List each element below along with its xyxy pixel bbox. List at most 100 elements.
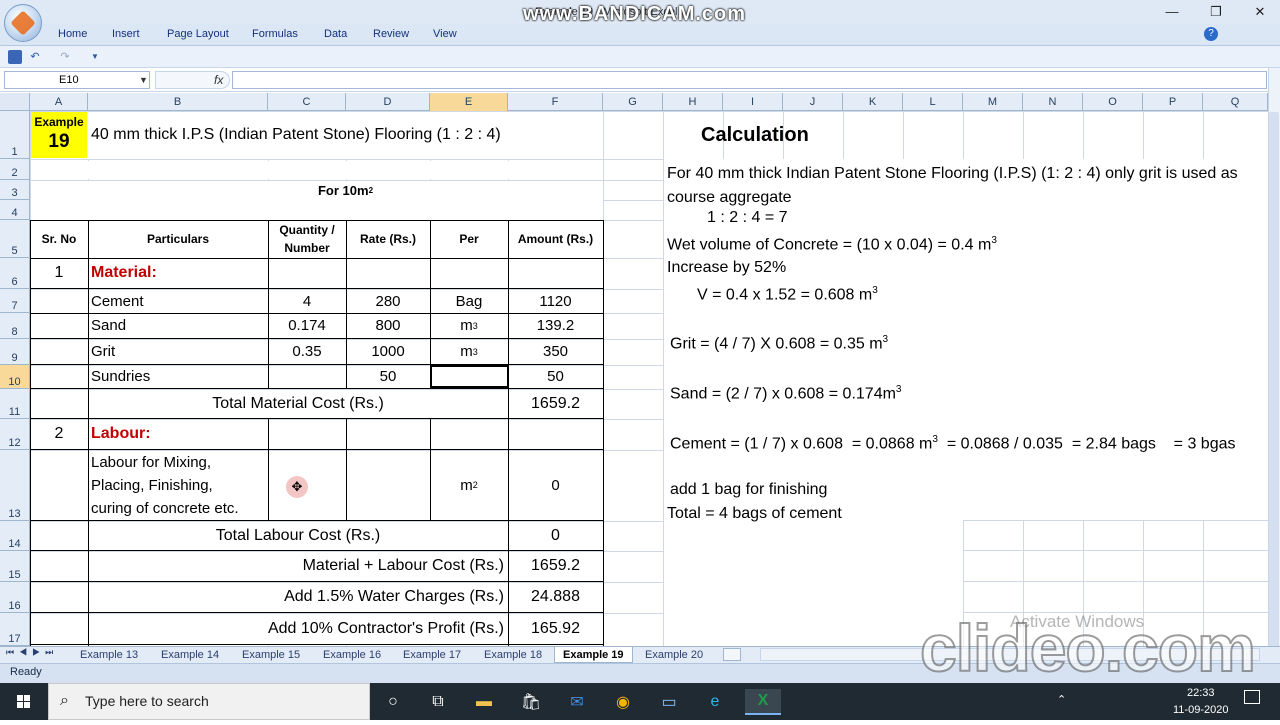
calc-sand: Sand = (2 / 7) x 0.608 = 0.174m3 — [670, 384, 902, 403]
store-icon[interactable]: 🛍 — [518, 689, 544, 715]
cortana-icon[interactable]: ○ — [380, 689, 406, 715]
row-header-12[interactable]: 12 — [0, 419, 30, 450]
column-header-h[interactable]: H — [663, 93, 723, 111]
column-header-f[interactable]: F — [508, 93, 603, 111]
row-header-15[interactable]: 15 — [0, 551, 30, 582]
total-labour-label: Total Labour Cost (Rs.) — [215, 526, 381, 544]
material-labour-label: Material + Labour Cost (Rs.) — [302, 557, 504, 574]
customize-qat-icon[interactable]: ▼ — [88, 50, 102, 64]
tab-view[interactable]: View — [433, 28, 457, 40]
sheet-tab-example-19[interactable]: Example 19 — [554, 647, 633, 663]
row-header-8[interactable]: 8 — [0, 313, 30, 339]
help-icon[interactable]: ? — [1204, 27, 1218, 41]
sheet-tab-example-15[interactable]: Example 15 — [234, 647, 308, 663]
tab-review[interactable]: Review — [373, 28, 409, 40]
row-header-17[interactable]: 17 — [0, 613, 30, 646]
column-header-i[interactable]: I — [723, 93, 783, 111]
sheet-tab-example-13[interactable]: Example 13 — [72, 647, 146, 663]
grid-line-vertical — [1023, 111, 1024, 159]
row-header-9[interactable]: 9 — [0, 339, 30, 365]
column-header-o[interactable]: O — [1083, 93, 1143, 111]
column-header-e[interactable]: E — [430, 93, 508, 111]
column-header-q[interactable]: Q — [1203, 93, 1268, 111]
mail-icon[interactable]: ✉ — [564, 689, 590, 715]
sundries-label: Sundries — [91, 368, 151, 385]
tray-chevron-icon[interactable]: ⌃ — [1057, 693, 1066, 706]
row-header-11[interactable]: 11 — [0, 389, 30, 419]
undo-icon[interactable]: ↶ — [28, 50, 42, 64]
tab-page-layout[interactable]: Page Layout — [167, 28, 229, 40]
grit-label: Grit — [91, 343, 116, 360]
column-header-n[interactable]: N — [1023, 93, 1083, 111]
water-charges-amount: 24.888 — [531, 588, 580, 605]
labour-description: Labour for Mixing, Placing, Finishing, c… — [91, 451, 266, 520]
hdr-sr-no: Sr. No — [41, 231, 77, 246]
office-button[interactable] — [4, 4, 42, 42]
file-explorer-icon[interactable]: ▬ — [471, 689, 497, 715]
tab-formulas[interactable]: Formulas — [252, 28, 298, 40]
formula-input[interactable] — [232, 71, 1267, 89]
close-button[interactable]: ✕ — [1246, 2, 1274, 22]
cement-qty: 4 — [302, 292, 312, 310]
row-header-4[interactable]: 4 — [0, 200, 30, 220]
redo-icon[interactable]: ↷ — [58, 50, 72, 64]
tab-data[interactable]: Data — [324, 28, 347, 40]
column-header-c[interactable]: C — [268, 93, 346, 111]
row-header-14[interactable]: 14 — [0, 521, 30, 551]
column-header-p[interactable]: P — [1143, 93, 1203, 111]
tab-home[interactable]: Home — [58, 28, 87, 40]
excel-taskbar-icon[interactable]: X — [745, 689, 781, 715]
clock-date[interactable]: 11-09-2020 — [1173, 704, 1228, 716]
column-header-d[interactable]: D — [346, 93, 430, 111]
edge-icon[interactable]: e — [702, 689, 728, 715]
calc-add-bag: add 1 bag for finishing — [670, 481, 828, 498]
minimize-button[interactable]: — — [1158, 2, 1186, 22]
clock-time[interactable]: 22:33 — [1187, 687, 1215, 699]
maximize-button[interactable]: ❐ — [1202, 2, 1230, 22]
save-icon[interactable] — [8, 50, 22, 64]
column-header-k[interactable]: K — [843, 93, 903, 111]
row-header-16[interactable]: 16 — [0, 582, 30, 613]
name-box[interactable]: E10 — [4, 71, 150, 89]
row-header-7[interactable]: 7 — [0, 289, 30, 313]
sheet-tab-example-17[interactable]: Example 17 — [395, 647, 469, 663]
row-header-2[interactable]: 2 — [0, 159, 30, 180]
labour-line-3: curing of concrete etc. — [91, 500, 239, 517]
grid-line-vertical — [1203, 111, 1204, 159]
notification-icon[interactable] — [1244, 690, 1260, 704]
chrome-icon[interactable]: ◉ — [610, 689, 636, 715]
grit-rate: 1000 — [371, 343, 405, 360]
table-border — [30, 644, 603, 645]
row-header-3[interactable]: 3 — [0, 180, 30, 200]
column-header-m[interactable]: M — [963, 93, 1023, 111]
calc-intro-line-1: For 40 mm thick Indian Patent Stone Floo… — [667, 165, 1238, 182]
monitor-app-icon[interactable]: ▭ — [656, 689, 682, 715]
start-button[interactable] — [0, 683, 48, 720]
grid-line-horizontal — [963, 581, 1268, 582]
sheet-tab-example-16[interactable]: Example 16 — [315, 647, 389, 663]
insert-function-icon[interactable]: fx — [214, 71, 223, 89]
select-all-button[interactable] — [0, 93, 30, 111]
column-header-a[interactable]: A — [30, 93, 88, 111]
task-view-icon[interactable]: ⧉ — [425, 689, 451, 715]
scrollbar-thumb[interactable] — [1269, 112, 1279, 652]
name-box-dropdown-icon[interactable]: ▼ — [139, 71, 148, 89]
tab-insert[interactable]: Insert — [112, 28, 140, 40]
sheet-tab-example-14[interactable]: Example 14 — [153, 647, 227, 663]
active-cell-e10[interactable] — [430, 365, 509, 388]
column-header-g[interactable]: G — [603, 93, 663, 111]
row-header-10[interactable]: 10 — [0, 365, 30, 389]
sr-1: 1 — [54, 264, 64, 281]
row-header-6[interactable]: 6 — [0, 258, 30, 289]
grid-line-horizontal — [963, 550, 1268, 551]
row-header-1[interactable]: 1 — [0, 111, 30, 159]
row-header-5[interactable]: 5 — [0, 220, 30, 258]
sheet-tab-example-20[interactable]: Example 20 — [637, 647, 711, 663]
column-header-l[interactable]: L — [903, 93, 963, 111]
column-header-j[interactable]: J — [783, 93, 843, 111]
sheet-tab-example-18[interactable]: Example 18 — [476, 647, 550, 663]
column-header-b[interactable]: B — [88, 93, 268, 111]
sheet-nav-arrows-icon[interactable]: ⏮◀▶⏭ — [6, 647, 58, 658]
row-header-13[interactable]: 13 — [0, 450, 30, 521]
insert-sheet-icon[interactable] — [723, 648, 741, 661]
